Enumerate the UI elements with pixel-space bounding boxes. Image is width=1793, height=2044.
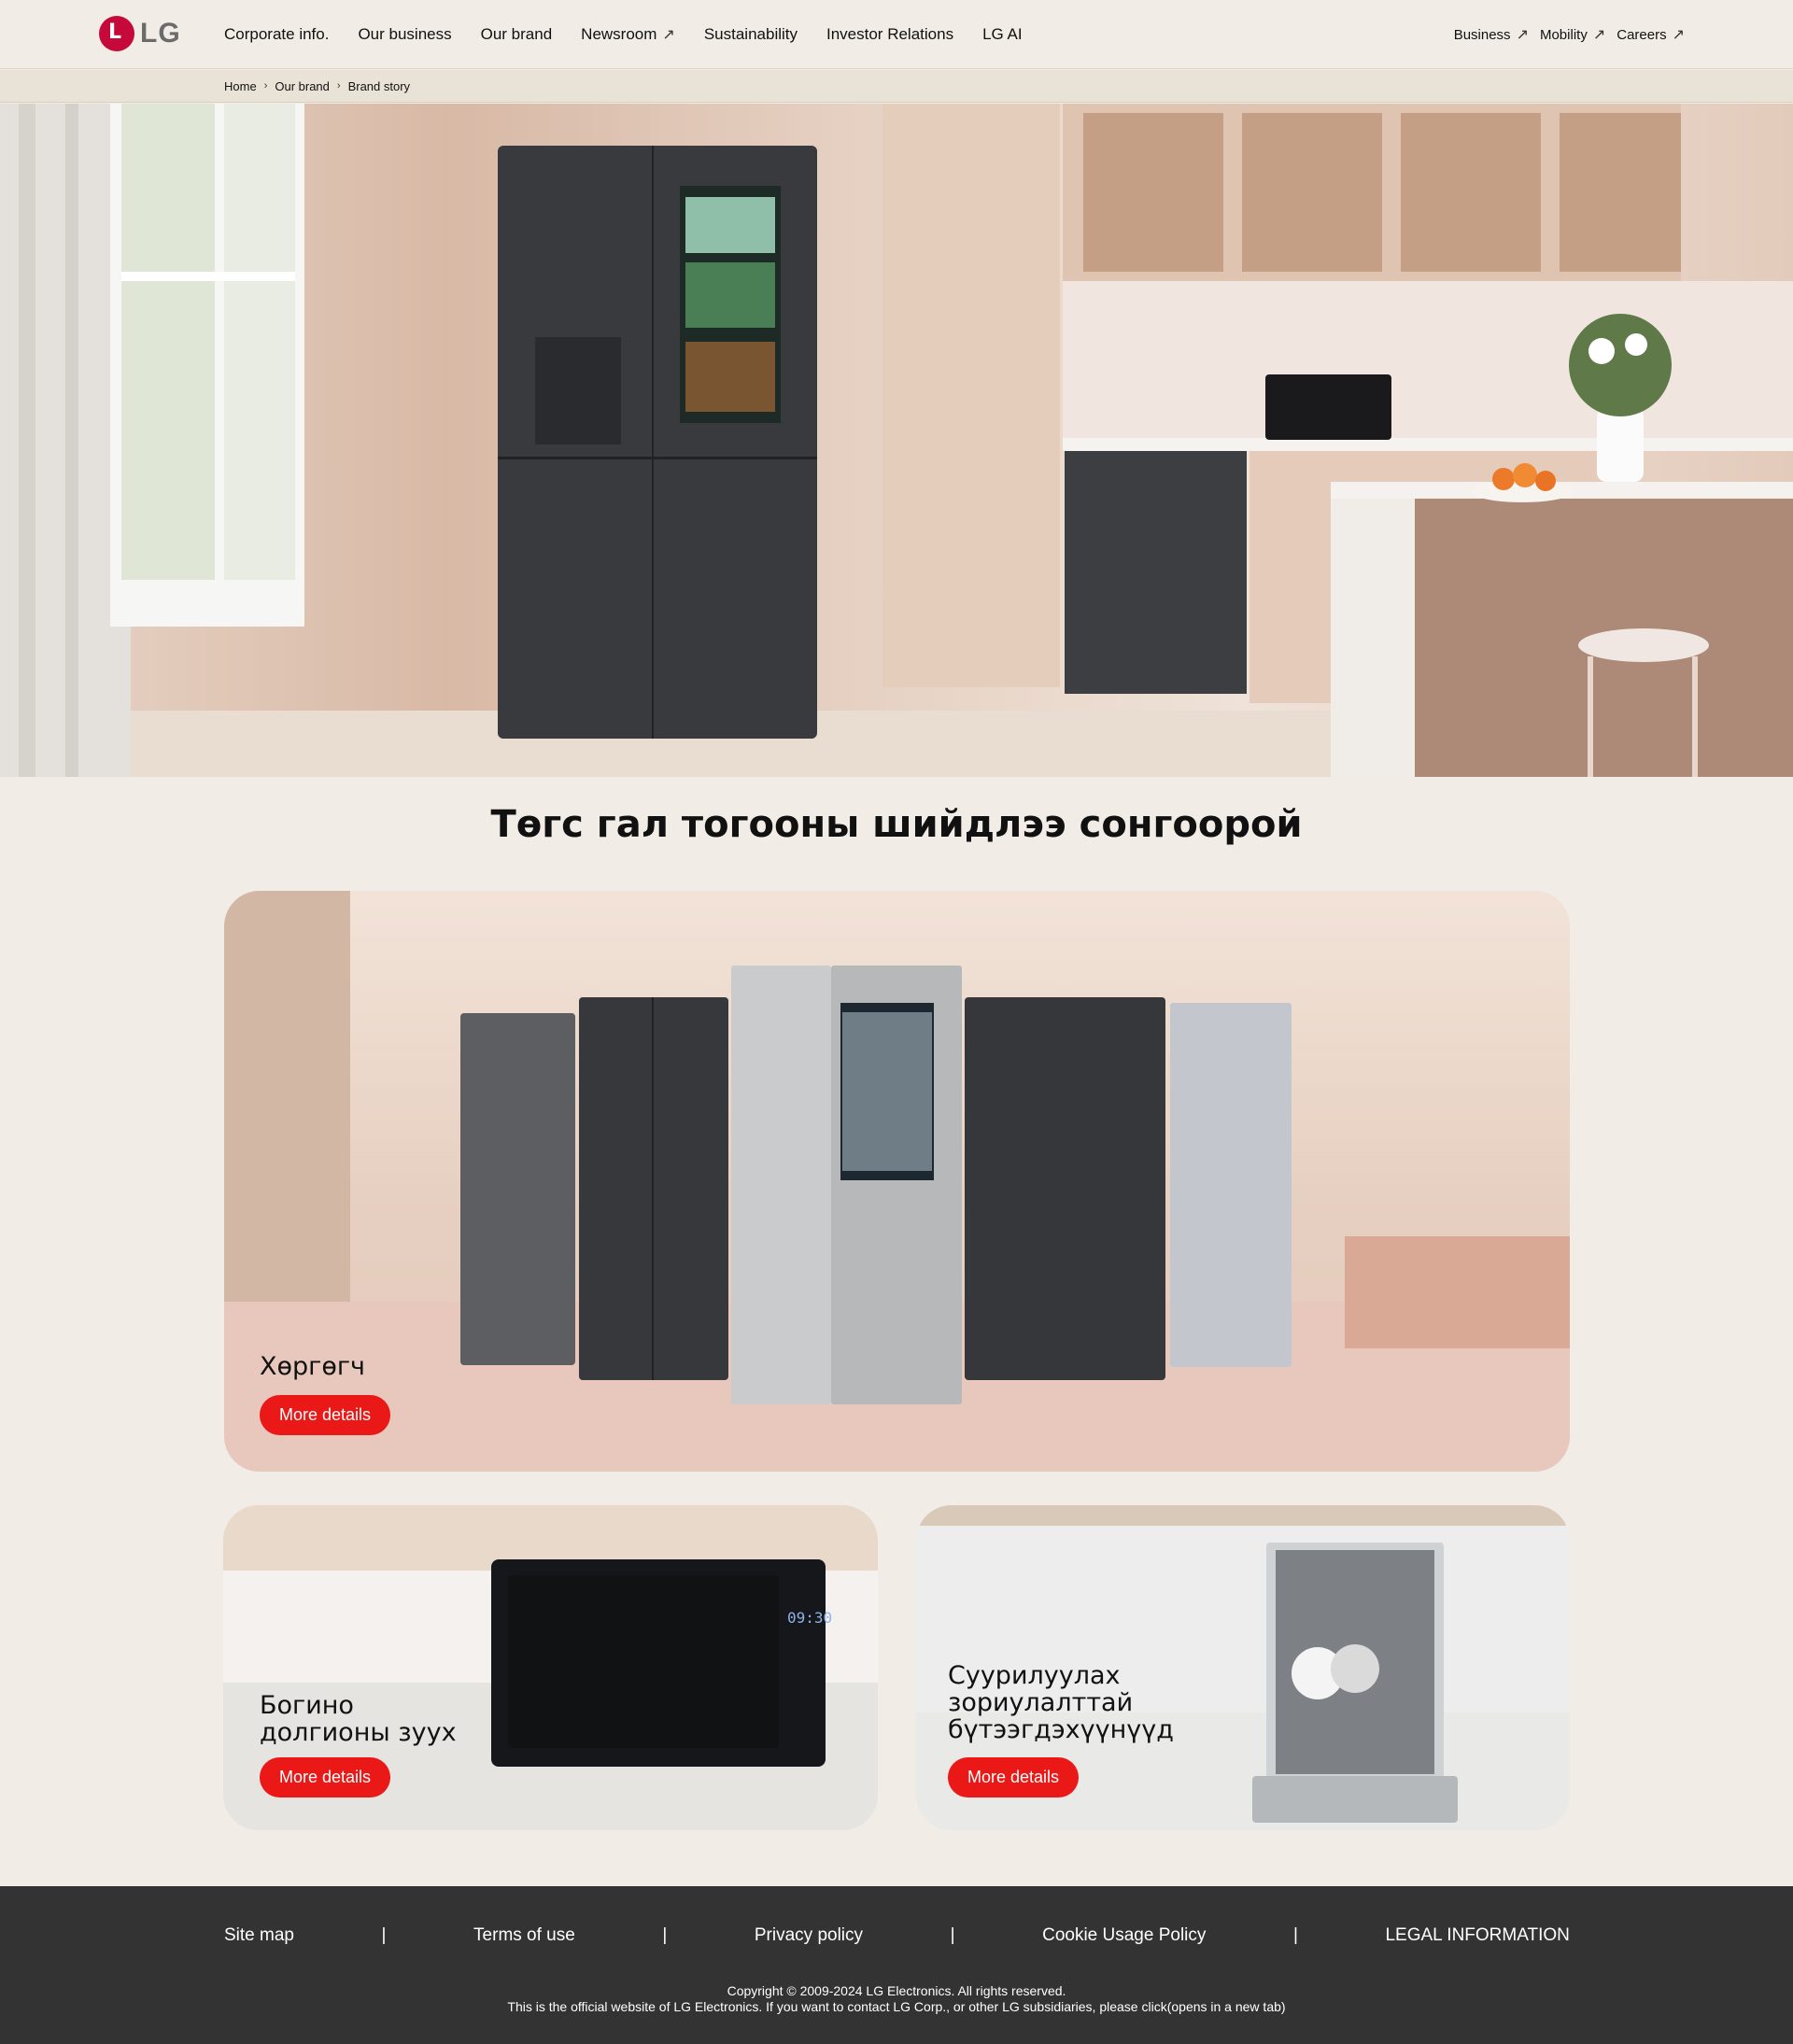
external-link-icon: ↗ [662, 27, 675, 43]
nav-our-business[interactable]: Our business [358, 25, 451, 44]
util-careers[interactable]: Careers ↗ [1617, 25, 1685, 44]
hero-illustration [0, 104, 1793, 777]
footer-cookie-policy[interactable]: Cookie Usage Policy [1042, 1925, 1206, 1946]
footer-separator: | [662, 1925, 668, 1945]
card-microwave[interactable]: 09:30 Богино долгионы зуух More details [223, 1505, 878, 1830]
dishwasher-more-details-button[interactable]: More details [948, 1757, 1080, 1797]
breadcrumb-our-brand[interactable]: Our brand [275, 79, 330, 93]
section-title: Төгс гал тогооны шийдлээ сонгоорой [490, 803, 1303, 846]
lg-logo-text: LG [140, 18, 181, 49]
microwave-more-details-button[interactable]: More details [260, 1757, 391, 1797]
breadcrumb-home[interactable]: Home [224, 79, 257, 93]
nav-newsroom[interactable]: Newsroom ↗ [581, 25, 675, 44]
chevron-right-icon: › [336, 80, 341, 92]
official-site-notice[interactable]: This is the official website of LG Elect… [0, 1999, 1793, 2015]
footer-terms-of-use[interactable]: Terms of use [473, 1925, 575, 1946]
refrigerators-label: Хөргөгч [260, 1352, 365, 1381]
copyright-text: Copyright © 2009-2024 LG Electronics. Al… [727, 1983, 1066, 1998]
external-link-icon: ↗ [1672, 27, 1685, 43]
site-footer: Site map | Terms of use | Privacy policy… [0, 1886, 1793, 2044]
utility-nav: Business ↗ Mobility ↗ Careers ↗ [1454, 0, 1685, 69]
footer-separator: | [381, 1925, 387, 1945]
nav-sustainability[interactable]: Sustainability [704, 25, 798, 44]
footer-site-map[interactable]: Site map [224, 1925, 294, 1946]
lg-logo-icon: L [99, 16, 134, 51]
footer-copyright: Copyright © 2009-2024 LG Electronics. Al… [0, 1983, 1793, 2015]
util-business[interactable]: Business ↗ [1454, 25, 1529, 44]
lg-logo[interactable]: L LG [99, 16, 181, 51]
refrigerators-image [224, 891, 1570, 1472]
footer-links: Site map | Terms of use | Privacy policy… [224, 1925, 1570, 1946]
card-refrigerators[interactable]: Хөргөгч More details [224, 891, 1570, 1472]
card-dishwasher[interactable]: Суурилуулах зориулалттай бүтээгдэхүүнүүд… [916, 1505, 1570, 1830]
footer-privacy-policy[interactable]: Privacy policy [755, 1925, 863, 1946]
hero-kitchen-image [0, 104, 1793, 777]
chevron-right-icon: › [263, 80, 268, 92]
external-link-icon: ↗ [1592, 27, 1606, 43]
nav-our-brand[interactable]: Our brand [481, 25, 553, 44]
microwave-label: Богино долгионы зуух [260, 1691, 457, 1747]
breadcrumb-brand-story: Brand story [347, 78, 411, 93]
breadcrumb: Home › Our brand › Brand story [0, 70, 1793, 103]
footer-separator: | [950, 1925, 955, 1945]
microwave-display: 09:30 [787, 1609, 832, 1627]
dishwasher-label: Суурилуулах зориулалттай бүтээгдэхүүнүүд [948, 1661, 1174, 1744]
refrigerators-more-details-button[interactable]: More details [260, 1395, 391, 1435]
nav-corporate-info[interactable]: Corporate info. [224, 25, 329, 44]
main-nav: Corporate info. Our business Our brand N… [224, 0, 1023, 69]
nav-lg-ai[interactable]: LG AI [982, 25, 1023, 44]
footer-separator: | [1292, 1925, 1298, 1945]
external-link-icon: ↗ [1516, 27, 1529, 43]
nav-investor-relations[interactable]: Investor Relations [826, 25, 953, 44]
util-mobility[interactable]: Mobility ↗ [1540, 25, 1605, 44]
site-header: L LG Corporate info. Our business Our br… [0, 0, 1793, 69]
footer-legal-information[interactable]: LEGAL INFORMATION [1385, 1925, 1569, 1946]
